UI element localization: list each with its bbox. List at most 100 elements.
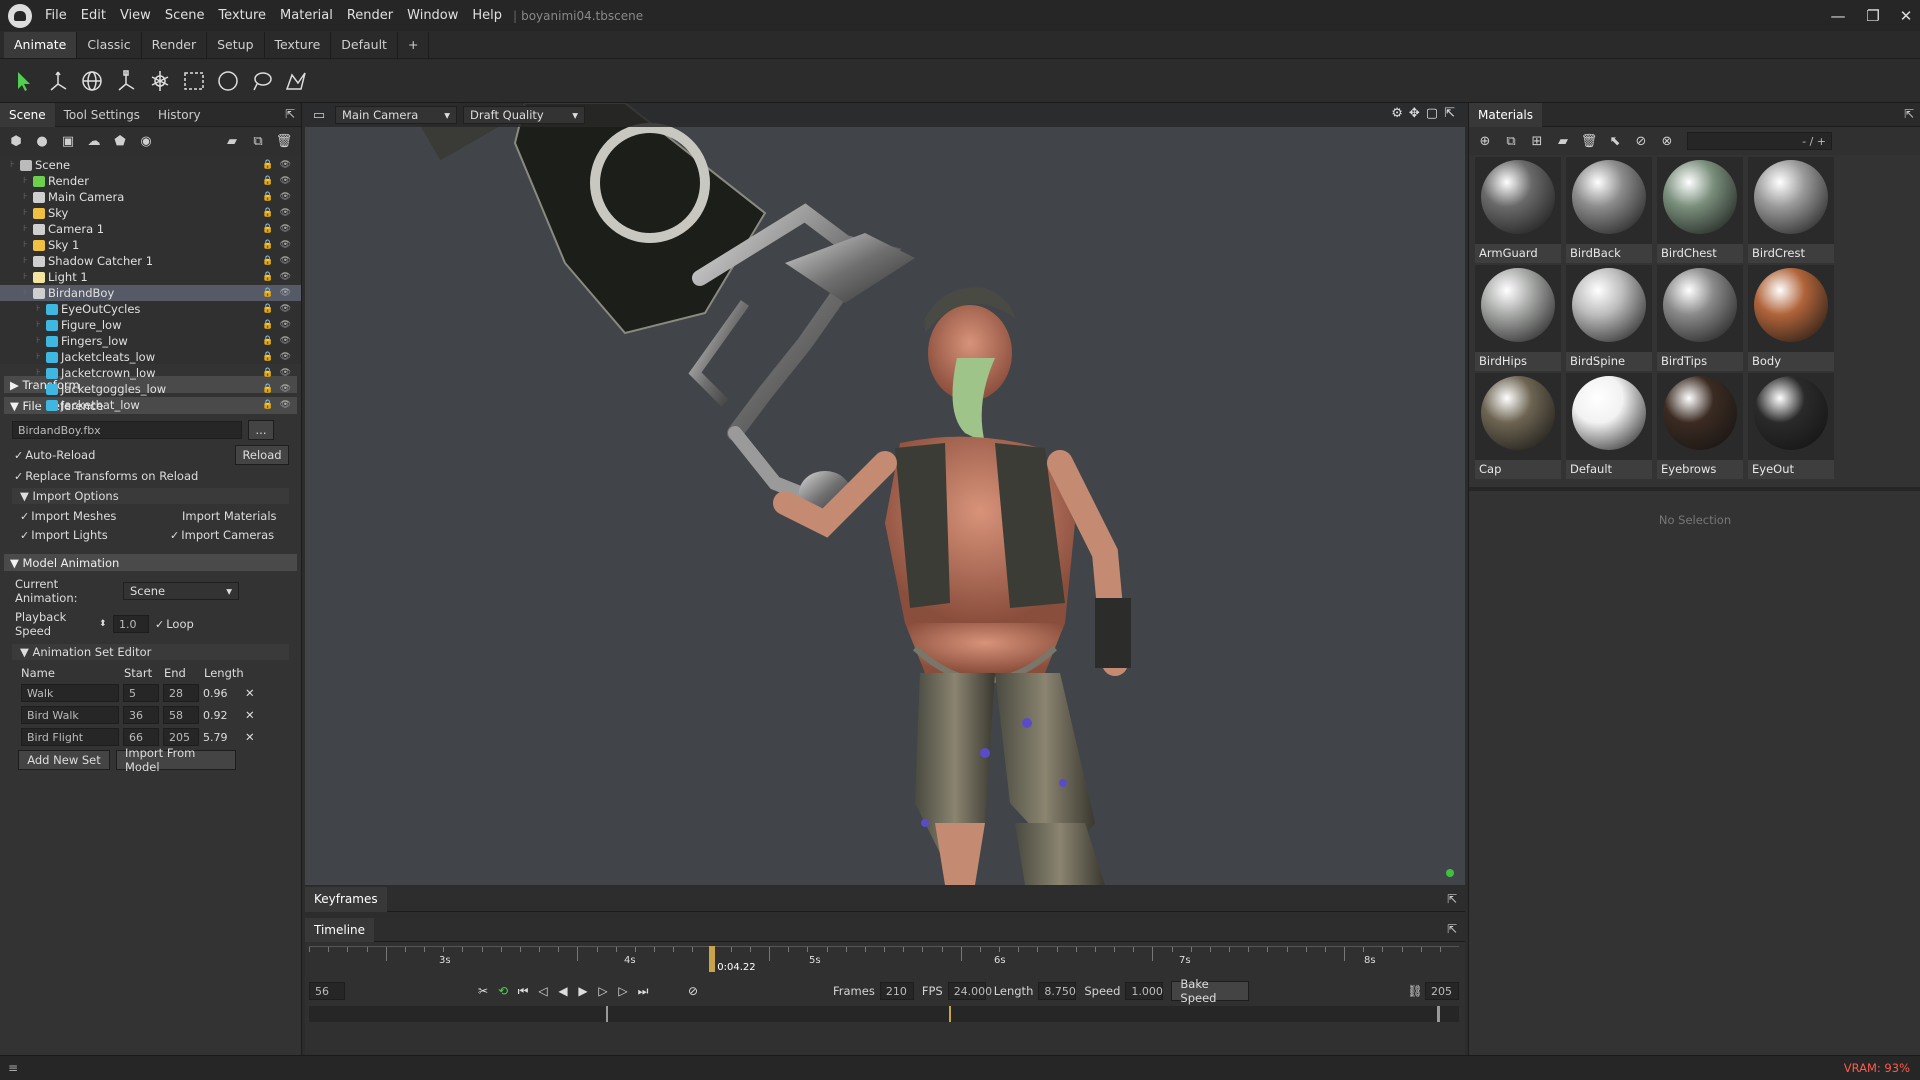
- lock-icon[interactable]: 🔒: [262, 224, 273, 234]
- layout-tab-animate[interactable]: Animate: [4, 31, 78, 58]
- anim-set-start-field[interactable]: 36: [123, 706, 159, 724]
- layout-tab-add[interactable]: +: [398, 31, 430, 58]
- lock-icon[interactable]: 🔒: [262, 352, 273, 362]
- frames-field[interactable]: 210: [879, 982, 914, 1000]
- eye-icon[interactable]: 👁: [280, 240, 291, 250]
- add-environment-icon[interactable]: ◉: [136, 131, 156, 151]
- loop-icon[interactable]: ⟲: [493, 981, 513, 1001]
- tree-expander-icon[interactable]: ⊦: [36, 320, 46, 330]
- spinner-icon[interactable]: ⬍: [99, 619, 113, 629]
- anim-set-end-field[interactable]: 58: [163, 706, 199, 724]
- scene-tree-item[interactable]: ⊦ Sky 🔒 👁: [0, 205, 301, 221]
- import-meshes-checkbox[interactable]: ✓ Import Meshes: [20, 509, 170, 523]
- maximize-button[interactable]: ❐: [1855, 0, 1891, 31]
- camera-dropdown[interactable]: Main Camera ▾: [335, 106, 457, 124]
- tree-expander-icon[interactable]: ⊦: [23, 272, 33, 282]
- tree-expander-icon[interactable]: ⊦: [23, 208, 33, 218]
- box-select-icon[interactable]: [178, 65, 210, 97]
- skip-start-icon[interactable]: ⏮: [513, 981, 533, 1001]
- length-field[interactable]: 8.750: [1038, 982, 1077, 1000]
- scene-tree-item[interactable]: ⊦ Main Camera 🔒 👁: [0, 189, 301, 205]
- anim-set-name-field[interactable]: Bird Walk: [21, 706, 119, 724]
- tree-expander-icon[interactable]: ⊦: [36, 384, 46, 394]
- add-shadow-catcher-icon[interactable]: ⬟: [110, 131, 130, 151]
- step-forward-icon[interactable]: ▷: [593, 981, 613, 1001]
- lock-icon[interactable]: 🔒: [262, 288, 273, 298]
- menu-texture[interactable]: Texture: [211, 0, 273, 31]
- popout-icon[interactable]: ⇱: [1447, 922, 1457, 936]
- layout-tab-texture[interactable]: Texture: [265, 31, 332, 58]
- rotate-transform-icon[interactable]: [76, 65, 108, 97]
- lock-icon[interactable]: 🔒: [262, 240, 273, 250]
- scene-tree-item[interactable]: ⊦ Scene 🔒 👁: [0, 157, 301, 173]
- import-lights-checkbox[interactable]: ✓ Import Lights: [20, 528, 170, 542]
- scene-tree-item[interactable]: ⊦ Fingers_low 🔒 👁: [0, 333, 301, 349]
- lock-icon[interactable]: 🔒: [262, 336, 273, 346]
- menu-material[interactable]: Material: [273, 0, 340, 31]
- frame-view-icon[interactable]: ▢: [1426, 106, 1438, 121]
- lock-icon[interactable]: 🔒: [262, 192, 273, 202]
- anim-set-end-field[interactable]: 205: [163, 728, 199, 746]
- eye-icon[interactable]: 👁: [280, 176, 291, 186]
- eye-icon[interactable]: 👁: [280, 272, 291, 282]
- lock-icon[interactable]: 🔒: [262, 320, 273, 330]
- lights-transform-icon[interactable]: [144, 65, 176, 97]
- trash-icon[interactable]: 🗑: [1579, 131, 1599, 151]
- tree-expander-icon[interactable]: ⊦: [23, 176, 33, 186]
- next-key-icon[interactable]: ▷: [613, 981, 633, 1001]
- add-mesh-icon[interactable]: ⬢: [6, 131, 26, 151]
- move-transform-icon[interactable]: [42, 65, 74, 97]
- menu-window[interactable]: Window: [400, 0, 465, 31]
- material-tile[interactable]: BirdCrest: [1748, 157, 1834, 263]
- playhead[interactable]: [709, 946, 716, 972]
- speed-field[interactable]: 1.000: [1125, 982, 1164, 1000]
- cut-icon[interactable]: ✂: [473, 981, 493, 1001]
- material-tile[interactable]: Default: [1566, 373, 1652, 479]
- tree-expander-icon[interactable]: ⊦: [36, 304, 46, 314]
- select-by-material-icon[interactable]: ⬉: [1605, 131, 1625, 151]
- close-button[interactable]: ✕: [1888, 0, 1920, 31]
- scene-tree-item[interactable]: ⊦ Jacketcrown_low 🔒 👁: [0, 365, 301, 381]
- bake-speed-button[interactable]: Bake Speed: [1171, 977, 1250, 1005]
- lock-icon[interactable]: 🔒: [262, 256, 273, 266]
- material-tile[interactable]: BirdHips: [1475, 265, 1561, 371]
- lock-icon[interactable]: 🔒: [262, 400, 273, 410]
- range-bar[interactable]: [309, 1006, 1459, 1022]
- range-start-handle[interactable]: [606, 1006, 608, 1022]
- lock-icon[interactable]: 🔒: [262, 272, 273, 282]
- tab-keyframes[interactable]: Keyframes: [305, 887, 387, 912]
- anim-set-end-field[interactable]: 28: [163, 684, 199, 702]
- layout-tab-render[interactable]: Render: [142, 31, 208, 58]
- tree-expander-icon[interactable]: ⊦: [36, 352, 46, 362]
- tab-materials[interactable]: Materials: [1469, 102, 1543, 127]
- playback-speed-field[interactable]: 1.0: [113, 615, 149, 633]
- move-view-icon[interactable]: ✥: [1409, 106, 1420, 121]
- anim-set-start-field[interactable]: 5: [123, 684, 159, 702]
- step-back-icon[interactable]: ◀: [553, 981, 573, 1001]
- material-tile[interactable]: BirdChest: [1657, 157, 1743, 263]
- remove-set-icon[interactable]: ✕: [245, 730, 255, 744]
- scene-tree-item[interactable]: ⊦ EyeOutCycles 🔒 👁: [0, 301, 301, 317]
- scene-tree-item[interactable]: ⊦ Jacketgoggles_low 🔒 👁: [0, 381, 301, 397]
- animation-set-editor-header[interactable]: ▼ Animation Set Editor: [12, 644, 289, 660]
- eye-icon[interactable]: 👁: [280, 352, 291, 362]
- scene-tree-item[interactable]: ⊦ Camera 1 🔒 👁: [0, 221, 301, 237]
- menu-help[interactable]: Help: [465, 0, 509, 31]
- import-cameras-checkbox[interactable]: ✓ Import Cameras: [170, 528, 274, 542]
- play-icon[interactable]: ▶: [573, 981, 593, 1001]
- menu-view[interactable]: View: [113, 0, 158, 31]
- console-icon[interactable]: ≡: [8, 1061, 18, 1075]
- material-tile[interactable]: BirdTips: [1657, 265, 1743, 371]
- eye-icon[interactable]: 👁: [280, 384, 291, 394]
- lock-icon[interactable]: 🔒: [262, 384, 273, 394]
- add-sky-icon[interactable]: ☁: [84, 131, 104, 151]
- add-new-set-button[interactable]: Add New Set: [18, 750, 110, 770]
- tree-expander-icon[interactable]: ⊦: [23, 240, 33, 250]
- paint-select-icon[interactable]: [280, 65, 312, 97]
- import-options-header[interactable]: ▼ Import Options: [12, 488, 289, 504]
- apply-material-icon[interactable]: ⊘: [1631, 131, 1651, 151]
- material-tile[interactable]: Eyebrows: [1657, 373, 1743, 479]
- current-animation-dropdown[interactable]: Scene ▾: [123, 582, 239, 600]
- material-tile[interactable]: BirdBack: [1566, 157, 1652, 263]
- loop-checkbox[interactable]: ✓ Loop: [155, 617, 194, 631]
